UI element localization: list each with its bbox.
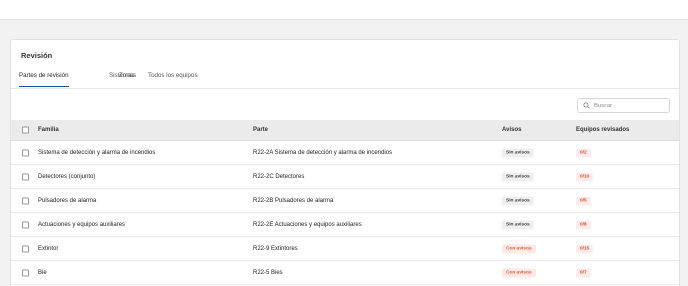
equipos-revisados-count: 0/10 <box>576 172 594 181</box>
search-input[interactable] <box>594 102 669 109</box>
avisos-badge: Sin avisos <box>502 148 534 157</box>
row-checkbox[interactable] <box>22 173 29 180</box>
table-header: Familia Parte Avisos Equipos revisados <box>11 120 679 141</box>
tab-bar: Partes de revisión Sistemas Zonas Todos … <box>11 69 679 89</box>
table-row[interactable]: Detectores (conjunto) R22-2C Detectores … <box>11 165 679 189</box>
parte-cell: R22-5 Bies <box>253 269 283 276</box>
familia-cell: Extintor <box>38 245 59 252</box>
parts-table: Familia Parte Avisos Equipos revisados S… <box>11 120 679 285</box>
row-checkbox[interactable] <box>22 197 29 204</box>
tab-zonas[interactable]: Zonas <box>119 72 136 86</box>
table-row[interactable]: Sistema de detección y alarma de incendi… <box>11 141 679 165</box>
revision-card: Revisión Partes de revisión Sistemas Zon… <box>10 39 680 286</box>
column-header-equipos-revisados[interactable]: Equipos revisados <box>576 127 629 133</box>
avisos-badge: Sin avisos <box>502 220 534 229</box>
row-checkbox[interactable] <box>22 149 29 156</box>
column-header-familia[interactable]: Familia <box>38 127 59 133</box>
table-row[interactable]: Bie R22-5 Bies Con avisos 0/7 <box>11 261 679 285</box>
column-header-parte[interactable]: Parte <box>253 127 268 133</box>
parte-cell: R22-2C Detectores <box>253 173 305 180</box>
column-header-avisos[interactable]: Avisos <box>502 127 521 133</box>
familia-cell: Actuaciones y equipos auxiliares <box>38 221 126 228</box>
search-box[interactable] <box>577 98 670 113</box>
tab-todos-los-equipos[interactable]: Todos los equipos <box>148 72 198 86</box>
table-row[interactable]: Actuaciones y equipos auxiliares R22-2E … <box>11 213 679 237</box>
row-checkbox[interactable] <box>22 245 29 252</box>
avisos-badge: Con avisos <box>502 244 536 253</box>
table-row[interactable]: Extintor R22-9 Extintores Con avisos 0/1… <box>11 237 679 261</box>
avisos-badge: Con avisos <box>502 268 536 277</box>
avisos-badge: Sin avisos <box>502 196 534 205</box>
equipos-revisados-count: 0/7 <box>576 268 591 277</box>
table-row[interactable]: Pulsadores de alarma R22-2B Pulsadores d… <box>11 189 679 213</box>
tab-partes-de-revision[interactable]: Partes de revisión <box>19 72 69 87</box>
parte-cell: R22-9 Extintores <box>253 245 298 252</box>
equipos-revisados-count: 0/8 <box>576 220 591 229</box>
parte-cell: R22-2A Sistema de detección y alarma de … <box>253 149 393 156</box>
row-checkbox[interactable] <box>22 221 29 228</box>
equipos-revisados-count: 0/15 <box>576 244 594 253</box>
familia-cell: Pulsadores de alarma <box>38 197 97 204</box>
familia-cell: Sistema de detección y alarma de incendi… <box>38 149 156 156</box>
parte-cell: R22-2E Actuaciones y equipos auxiliares <box>253 221 362 228</box>
avisos-badge: Sin avisos <box>502 172 534 181</box>
select-all-checkbox[interactable] <box>22 126 29 134</box>
equipos-revisados-count: 0/5 <box>576 196 591 205</box>
page-title: Revisión <box>21 51 53 60</box>
familia-cell: Detectores (conjunto) <box>38 173 96 180</box>
row-checkbox[interactable] <box>22 269 29 276</box>
search-icon <box>583 102 590 109</box>
familia-cell: Bie <box>38 269 47 276</box>
equipos-revisados-count: 0/2 <box>576 148 591 157</box>
top-bar <box>0 0 688 20</box>
parte-cell: R22-2B Pulsadores de alarma <box>253 197 334 204</box>
